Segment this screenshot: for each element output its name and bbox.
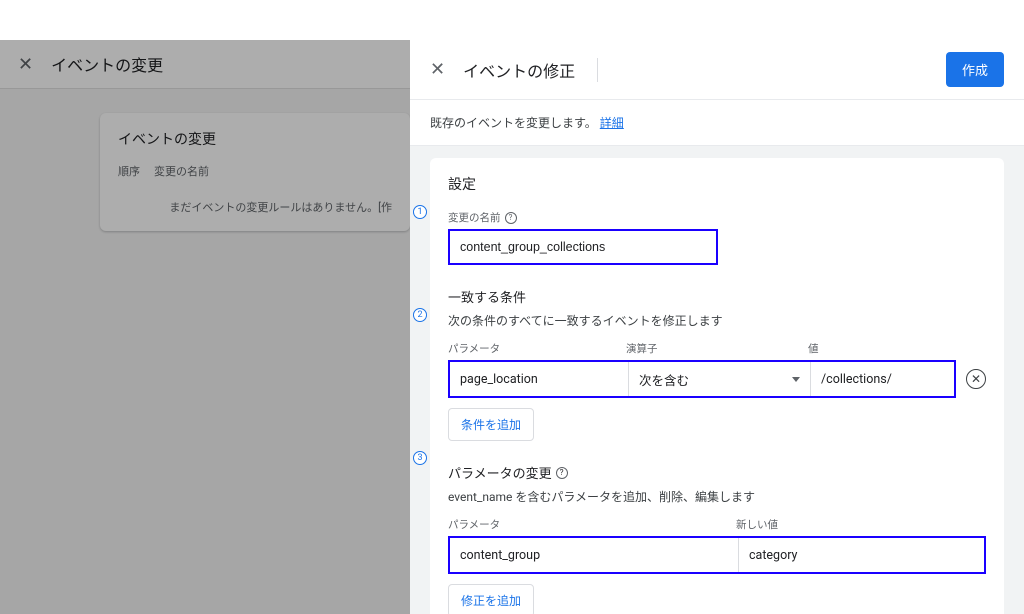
side-panel: ✕ イベントの修正 作成 既存のイベントを変更します。 詳細 設定 変更の名前 …	[410, 40, 1024, 614]
cond-value-input[interactable]: /collections/	[810, 362, 954, 396]
add-condition-button[interactable]: 条件を追加	[448, 408, 534, 441]
pc-parameter-input[interactable]: content_group	[450, 538, 738, 572]
create-button[interactable]: 作成	[946, 52, 1004, 87]
panel-title: イベントの修正	[463, 58, 598, 82]
remove-condition-icon[interactable]: ✕	[966, 369, 986, 389]
cond-op-label: 演算子	[626, 341, 808, 356]
bg-overlay	[0, 40, 410, 614]
pc-val-label: 新しい値	[736, 517, 986, 532]
param-change-row: content_group category	[448, 536, 986, 574]
change-name-input[interactable]	[448, 229, 718, 265]
side-panel-header: ✕ イベントの修正 作成	[410, 40, 1024, 100]
cond-param-label: パラメータ	[448, 341, 626, 356]
conditions-title: 一致する条件	[448, 287, 986, 306]
close-icon[interactable]: ✕	[430, 59, 445, 80]
help-icon[interactable]: ?	[505, 212, 517, 224]
param-change-title: パラメータの変更 ?	[448, 463, 986, 482]
config-heading: 設定	[448, 174, 986, 194]
condition-row: page_location 次を含む /collections/	[448, 360, 956, 398]
intro-text: 既存のイベントを変更します。	[430, 116, 600, 130]
pc-labels: パラメータ 新しい値	[448, 517, 986, 532]
cond-val-label: 値	[808, 341, 986, 356]
help-icon[interactable]: ?	[556, 467, 568, 479]
annotation-1: 1	[413, 205, 427, 219]
pc-value-input[interactable]: category	[738, 538, 984, 572]
cond-parameter-input[interactable]: page_location	[450, 362, 628, 396]
panel-intro: 既存のイベントを変更します。 詳細	[410, 100, 1024, 146]
chevron-down-icon	[792, 377, 800, 382]
condition-row-wrapper: page_location 次を含む /collections/ ✕	[448, 360, 986, 398]
annotation-3: 3	[413, 451, 427, 465]
change-name-field[interactable]	[460, 240, 706, 254]
pc-param-label: パラメータ	[448, 517, 736, 532]
name-label: 変更の名前 ?	[448, 210, 986, 225]
panel-body: 設定 変更の名前 ? 一致する条件 次の条件のすべてに一致するイベントを修正しま…	[410, 146, 1024, 614]
cond-labels: パラメータ 演算子 値	[448, 341, 986, 356]
details-link[interactable]: 詳細	[600, 116, 624, 130]
conditions-sub: 次の条件のすべてに一致するイベントを修正します	[448, 312, 986, 329]
param-change-sub: event_name を含むパラメータを追加、削除、編集します	[448, 488, 986, 505]
add-modification-button[interactable]: 修正を追加	[448, 584, 534, 614]
config-card: 設定 変更の名前 ? 一致する条件 次の条件のすべてに一致するイベントを修正しま…	[430, 158, 1004, 614]
annotation-2: 2	[413, 308, 427, 322]
cond-operator-select[interactable]: 次を含む	[628, 362, 810, 396]
